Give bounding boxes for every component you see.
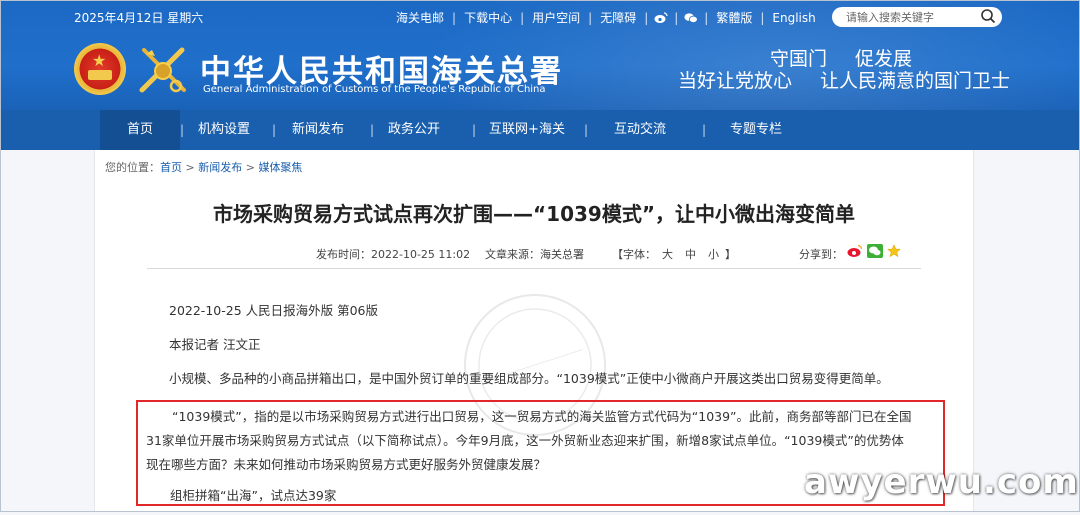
link-traditional-chinese[interactable]: 繁體版 xyxy=(708,9,760,26)
font-size-small[interactable]: 小 xyxy=(702,248,725,261)
article-subheading: 组柜拼箱“出海”，试点达39家 xyxy=(170,488,337,503)
nav-item-government-affairs[interactable]: 政务公开 xyxy=(382,110,446,150)
title-divider xyxy=(147,268,921,269)
link-download-center[interactable]: 下载中心 xyxy=(456,9,520,26)
wechat-share-icon[interactable] xyxy=(867,244,883,261)
customs-emblem-icon xyxy=(136,44,190,98)
site-watermark: awyerwu.com xyxy=(804,462,1079,502)
link-accessibility[interactable]: 无障碍 xyxy=(592,9,644,26)
article-reporter: 本报记者 汪文正 xyxy=(169,337,261,352)
font-size-controls: 【字体：大中小】 xyxy=(612,248,736,261)
link-user-space[interactable]: 用户空间 xyxy=(524,9,588,26)
nav-item-news[interactable]: 新闻发布 xyxy=(286,110,350,150)
nav-item-internet-customs[interactable]: 互联网+海关 xyxy=(482,110,572,150)
search-box[interactable]: 请输入搜索关键字 xyxy=(832,7,1002,27)
share-label: 分享到： xyxy=(799,248,843,261)
wechat-icon[interactable] xyxy=(684,11,699,25)
link-english[interactable]: English xyxy=(764,11,823,25)
slogan-line-2: 当好让党放心 让人民满意的国门卫士 xyxy=(678,70,1011,92)
article-source: 文章来源：海关总署 xyxy=(485,248,584,261)
nav-item-home[interactable]: 首页 xyxy=(100,110,180,150)
nav-item-organization[interactable]: 机构设置 xyxy=(192,110,256,150)
article-title: 市场采购贸易方式试点再次扩围——“1039模式”，让中小微出海变简单 xyxy=(213,202,855,226)
top-links: 海关电邮 | 下载中心 | 用户空间 | 无障碍 | | | 繁體版 | English xyxy=(388,9,824,26)
site-title-en: General Administration of Customs of the… xyxy=(203,84,546,95)
nav-item-special-topics[interactable]: 专题专栏 xyxy=(724,110,788,150)
link-customs-email[interactable]: 海关电邮 xyxy=(388,9,452,26)
publish-time: 发布时间：2022-10-25 11:02 xyxy=(316,248,471,261)
font-size-large[interactable]: 大 xyxy=(656,248,679,261)
favorite-star-icon[interactable] xyxy=(887,244,901,261)
weibo-icon[interactable] xyxy=(654,11,668,25)
breadcrumb: 您的位置：首页 > 新闻发布 > 媒体聚焦 xyxy=(105,161,303,174)
search-icon[interactable] xyxy=(980,8,996,27)
breadcrumb-media-focus[interactable]: 媒体聚焦 xyxy=(258,161,302,174)
font-size-medium[interactable]: 中 xyxy=(679,248,702,261)
national-emblem-logo: ★ xyxy=(74,43,126,95)
article-dateline: 2022-10-25 人民日报海外版 第06版 xyxy=(169,303,378,318)
share-icons xyxy=(847,244,901,261)
search-input[interactable]: 请输入搜索关键字 xyxy=(846,9,934,25)
nav-item-interaction[interactable]: 互动交流 xyxy=(608,110,672,150)
site-banner: 2025年4月12日 星期六 海关电邮 | 下载中心 | 用户空间 | 无障碍 | | … xyxy=(0,0,1080,110)
weibo-share-icon[interactable] xyxy=(847,244,863,261)
article-paragraph-2: “1039模式”，指的是以市场采购贸易方式进行出口贸易，这一贸易方式的海关监管方… xyxy=(146,409,912,472)
top-bar: 2025年4月12日 星期六 海关电邮 | 下载中心 | 用户空间 | 无障碍 | | … xyxy=(0,0,1080,32)
main-nav: 首页 | 机构设置 | 新闻发布 | 政务公开 | 互联网+海关 | 互动交流 … xyxy=(0,110,1080,150)
breadcrumb-home[interactable]: 首页 xyxy=(160,161,182,174)
article-paragraph-1: 小规模、多品种的小商品拼箱出口，是中国外贸订单的重要组成部分。“1039模式”正… xyxy=(169,371,889,386)
breadcrumb-news[interactable]: 新闻发布 xyxy=(198,161,242,174)
current-date: 2025年4月12日 星期六 xyxy=(74,11,204,25)
